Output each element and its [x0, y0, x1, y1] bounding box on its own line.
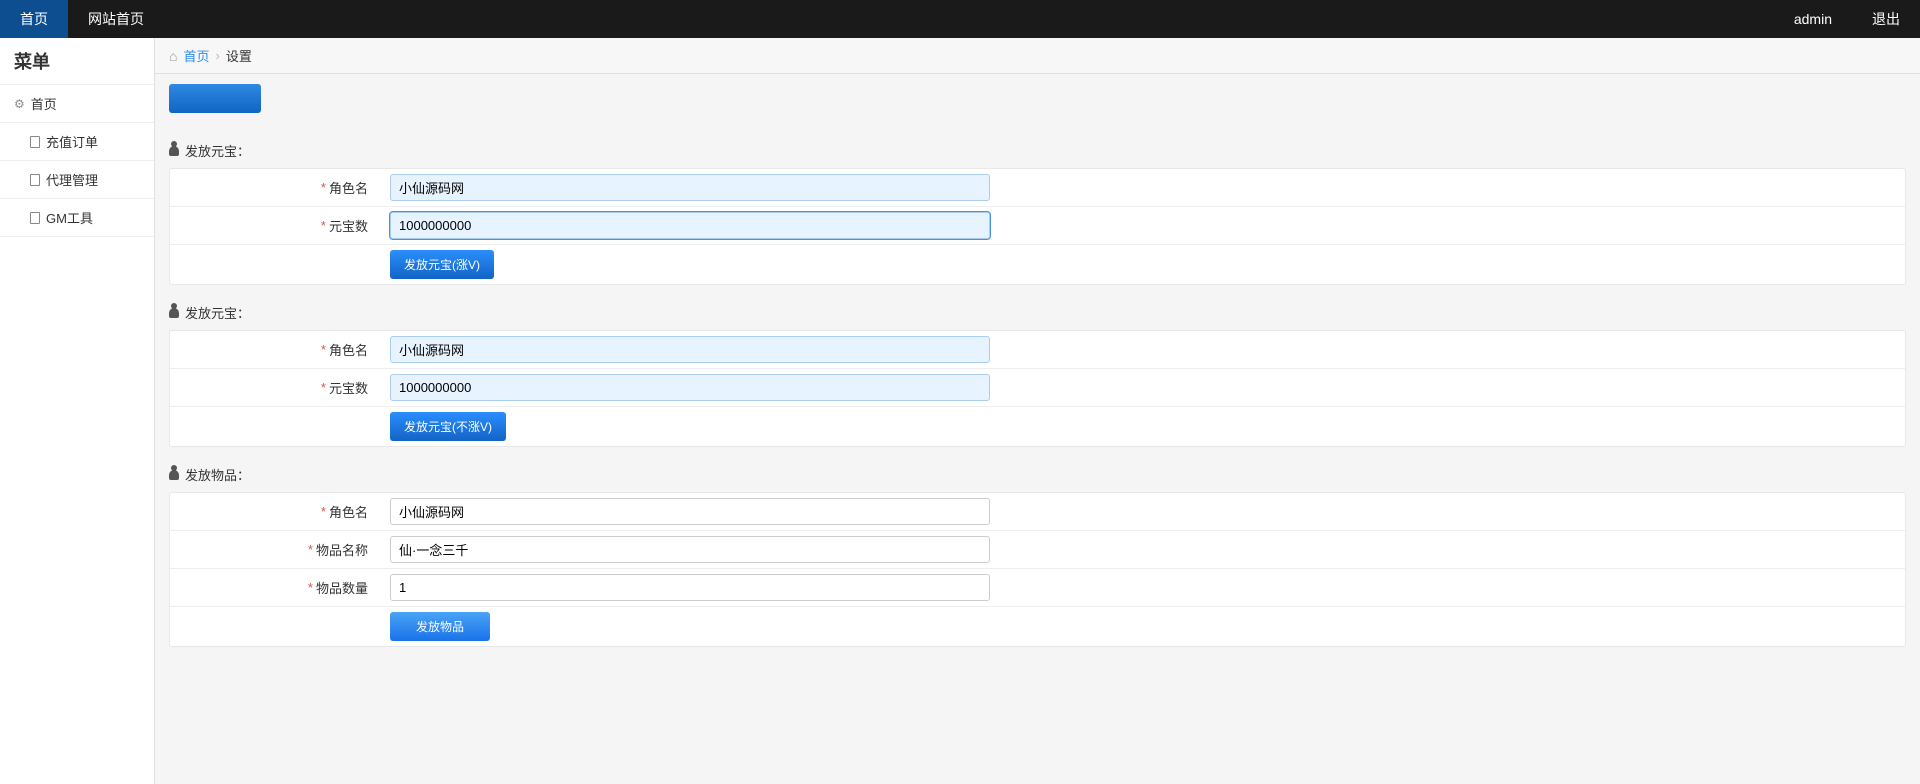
- nav-user[interactable]: admin: [1774, 0, 1852, 38]
- topbar: 首页 网站首页 admin 退出: [0, 0, 1920, 38]
- form-row: *角色名: [170, 493, 1905, 531]
- label-text: 元宝数: [329, 378, 368, 397]
- form-value: 发放元宝(涨V): [380, 245, 1010, 284]
- sidebar-item-gm[interactable]: GM工具: [0, 199, 154, 237]
- form-table: *角色名*物品名称*物品数量发放物品: [169, 492, 1906, 647]
- breadcrumb-sep: ›: [215, 48, 219, 63]
- person-icon: [169, 308, 179, 318]
- person-icon: [169, 470, 179, 480]
- form-row-button: 发放元宝(不涨V): [170, 407, 1905, 446]
- section-header: 发放物品：: [169, 459, 1906, 492]
- label-text: 物品数量: [316, 578, 368, 597]
- form-label: *角色名: [170, 331, 380, 368]
- submit-button[interactable]: 发放元宝(不涨V): [390, 412, 506, 441]
- sidebar: 菜单 首页 充值订单 代理管理 GM工具: [0, 38, 155, 784]
- form-label: *角色名: [170, 493, 380, 530]
- label-text: 角色名: [329, 340, 368, 359]
- breadcrumb-home[interactable]: 首页: [183, 46, 209, 65]
- content-inner: 更新分区 发放元宝：*角色名*元宝数发放元宝(涨V)发放元宝：*角色名*元宝数发…: [155, 74, 1920, 669]
- content: 首页 › 设置 更新分区 发放元宝：*角色名*元宝数发放元宝(涨V)发放元宝：*…: [155, 38, 1920, 784]
- home-icon: [169, 48, 177, 64]
- nav-logout[interactable]: 退出: [1852, 0, 1920, 38]
- file-icon: [30, 136, 40, 148]
- form-table: *角色名*元宝数发放元宝(不涨V): [169, 330, 1906, 447]
- section-title: 发放元宝：: [185, 303, 250, 322]
- label-text: 角色名: [329, 502, 368, 521]
- form-value: 发放物品: [380, 607, 1010, 646]
- form-value: [380, 369, 1010, 406]
- input-物品名称[interactable]: [390, 536, 990, 563]
- section-title: 发放物品：: [185, 465, 250, 484]
- form-value: 发放元宝(不涨V): [380, 407, 1010, 446]
- required-mark: *: [321, 380, 326, 395]
- sidebar-item-agent[interactable]: 代理管理: [0, 161, 154, 199]
- required-mark: *: [321, 218, 326, 233]
- label-text: 元宝数: [329, 216, 368, 235]
- section-header: 发放元宝：: [169, 297, 1906, 330]
- input-角色名[interactable]: [390, 498, 990, 525]
- form-label-empty: [170, 407, 380, 446]
- form-label-empty: [170, 245, 380, 284]
- required-mark: *: [308, 580, 313, 595]
- update-zone-button[interactable]: 更新分区: [169, 84, 261, 113]
- input-元宝数[interactable]: [390, 212, 990, 239]
- form-label-empty: [170, 607, 380, 646]
- form-label: *元宝数: [170, 369, 380, 406]
- input-角色名[interactable]: [390, 336, 990, 363]
- sidebar-root-label: 首页: [31, 94, 57, 113]
- sidebar-item-label: 代理管理: [46, 170, 98, 189]
- person-icon: [169, 146, 179, 156]
- form-row: *角色名: [170, 169, 1905, 207]
- form-table: *角色名*元宝数发放元宝(涨V): [169, 168, 1906, 285]
- sidebar-item-recharge[interactable]: 充值订单: [0, 123, 154, 161]
- form-label: *物品数量: [170, 569, 380, 606]
- sidebar-item-label: 充值订单: [46, 132, 98, 151]
- input-物品数量[interactable]: [390, 574, 990, 601]
- topbar-right: admin 退出: [1774, 0, 1920, 38]
- input-角色名[interactable]: [390, 174, 990, 201]
- nav-site[interactable]: 网站首页: [68, 0, 164, 38]
- topbar-left: 首页 网站首页: [0, 0, 164, 38]
- form-value: [380, 531, 1010, 568]
- input-元宝数[interactable]: [390, 374, 990, 401]
- required-mark: *: [321, 504, 326, 519]
- form-row: *角色名: [170, 331, 1905, 369]
- file-icon: [30, 174, 40, 186]
- sidebar-item-label: GM工具: [46, 208, 93, 227]
- required-mark: *: [321, 342, 326, 357]
- form-value: [380, 331, 1010, 368]
- breadcrumb-current: 设置: [226, 46, 252, 65]
- form-value: [380, 493, 1010, 530]
- label-text: 物品名称: [316, 540, 368, 559]
- required-mark: *: [308, 542, 313, 557]
- form-value: [380, 569, 1010, 606]
- section-title: 发放元宝：: [185, 141, 250, 160]
- form-row: *元宝数: [170, 207, 1905, 245]
- sidebar-root[interactable]: 首页: [0, 85, 154, 123]
- form-row: *物品数量: [170, 569, 1905, 607]
- nav-home[interactable]: 首页: [0, 0, 68, 38]
- breadcrumb: 首页 › 设置: [155, 38, 1920, 74]
- form-row: *元宝数: [170, 369, 1905, 407]
- sidebar-title: 菜单: [0, 38, 154, 85]
- submit-button[interactable]: 发放元宝(涨V): [390, 250, 494, 279]
- gear-icon: [14, 96, 25, 111]
- form-row-button: 发放物品: [170, 607, 1905, 646]
- form-label: *角色名: [170, 169, 380, 206]
- form-label: *元宝数: [170, 207, 380, 244]
- label-text: 角色名: [329, 178, 368, 197]
- form-row: *物品名称: [170, 531, 1905, 569]
- section-header: 发放元宝：: [169, 135, 1906, 168]
- form-label: *物品名称: [170, 531, 380, 568]
- required-mark: *: [321, 180, 326, 195]
- file-icon: [30, 212, 40, 224]
- form-value: [380, 207, 1010, 244]
- form-row-button: 发放元宝(涨V): [170, 245, 1905, 284]
- form-value: [380, 169, 1010, 206]
- submit-button[interactable]: 发放物品: [390, 612, 490, 641]
